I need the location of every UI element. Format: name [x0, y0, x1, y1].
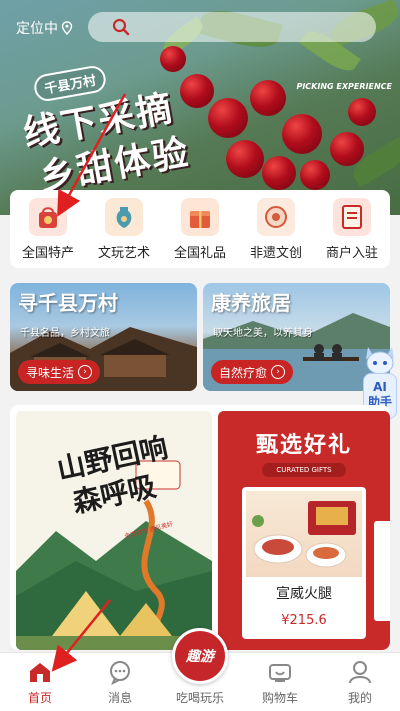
profile-icon [349, 661, 371, 684]
hero-brand-text: PICKING EXPERIENCE [296, 82, 392, 91]
category-specialty[interactable]: 全国特产 [10, 190, 86, 268]
cart-icon [269, 664, 291, 682]
message-icon [110, 661, 130, 685]
heritage-lantern-icon [257, 198, 295, 236]
arrow-right-icon: › [78, 365, 93, 379]
nav-label: 吃喝玩乐 [175, 691, 224, 705]
ai-label-line1: AI [373, 380, 387, 394]
promo-desc: 取天地之美，以养其身 [213, 328, 313, 339]
nav-cart[interactable]: 购物车 [240, 653, 320, 711]
category-heritage[interactable]: 非遗文创 [238, 190, 314, 268]
promo-title: 康养旅居 [211, 291, 291, 315]
cherry-decoration [300, 160, 330, 190]
promo-desc: 千县名品，乡村文旅 [20, 328, 110, 339]
promo-button-label: 寻味生活 [26, 365, 75, 380]
ai-mascot-icon [366, 347, 394, 375]
cherry-decoration [226, 140, 264, 178]
promo-button[interactable]: 自然疗愈 › [211, 360, 294, 384]
product-image [246, 491, 362, 577]
location-selector[interactable]: 定位中 [16, 18, 73, 38]
category-label: 商户入驻 [325, 246, 378, 261]
gift-box-icon [181, 198, 219, 236]
promo-button-label: 自然疗愈 [219, 365, 268, 380]
app-screen: 千县万村 线下采摘 乡甜体验 PICKING EXPERIENCE 定位中 全国… [0, 0, 400, 711]
cherry-decoration [330, 132, 364, 166]
center-fun-button[interactable]: 趣游 [172, 628, 228, 684]
search-icon [112, 18, 130, 36]
nav-profile[interactable]: 我的 [320, 653, 400, 711]
specialty-bag-icon [29, 198, 67, 236]
home-icon [30, 663, 50, 682]
next-product-peek [374, 521, 390, 621]
category-grid: 全国特产 文玩艺术 全国礼品 非遗文创 商户入驻 [10, 190, 390, 268]
category-merchant[interactable]: 商户入驻 [314, 190, 390, 268]
product-name: 宣威火腿 [276, 586, 332, 602]
promo-card-village[interactable]: 寻千县万村 千县名品，乡村文旅 寻味生活 › [10, 283, 197, 391]
nav-label: 我的 [347, 691, 372, 705]
poster-card-nature[interactable]: 山野回响 森呼吸 走进自然 遇见美好 [16, 411, 212, 650]
featured-title: 甄选好礼 [255, 433, 352, 458]
category-label: 文玩艺术 [97, 246, 150, 261]
location-pin-icon [61, 21, 73, 35]
category-art[interactable]: 文玩艺术 [86, 190, 162, 268]
product-price: ¥215.6 [281, 613, 327, 628]
product-card[interactable]: 宣威火腿 ¥215.6 [242, 487, 366, 639]
nav-home[interactable]: 首页 [0, 653, 80, 711]
cherry-decoration [262, 156, 296, 190]
nav-messages[interactable]: 消息 [80, 653, 160, 711]
showcase-section: 山野回响 森呼吸 走进自然 遇见美好 甄选好礼 CURATED GIFTS 宣威… [10, 405, 390, 650]
promo-title: 寻千县万村 [18, 291, 118, 315]
featured-gifts-card[interactable]: 甄选好礼 CURATED GIFTS 宣威火腿 ¥215.6 [218, 411, 390, 650]
category-gifts[interactable]: 全国礼品 [162, 190, 238, 268]
location-label: 定位中 [16, 21, 58, 37]
featured-subtitle: CURATED GIFTS [262, 463, 346, 477]
arrow-right-icon: › [271, 365, 286, 379]
cherry-decoration [208, 98, 248, 138]
art-vase-icon [105, 198, 143, 236]
category-label: 全国礼品 [173, 246, 226, 261]
category-label: 非遗文创 [249, 246, 302, 261]
nav-label: 购物车 [261, 691, 298, 705]
top-bar: 定位中 [0, 0, 400, 52]
category-label: 全国特产 [21, 246, 74, 261]
merchant-entry-icon [333, 198, 371, 236]
promo-cards: 寻千县万村 千县名品，乡村文旅 寻味生活 › 康养旅居 取天地之美，以养其身 自… [10, 283, 390, 391]
cherry-decoration [348, 98, 376, 126]
cherry-decoration [282, 114, 322, 154]
nav-label: 首页 [27, 691, 52, 705]
cherry-decoration [250, 80, 286, 116]
search-bar[interactable] [88, 12, 376, 42]
promo-button[interactable]: 寻味生活 › [18, 360, 101, 384]
nav-label: 消息 [107, 691, 132, 705]
cherry-decoration [180, 74, 214, 108]
